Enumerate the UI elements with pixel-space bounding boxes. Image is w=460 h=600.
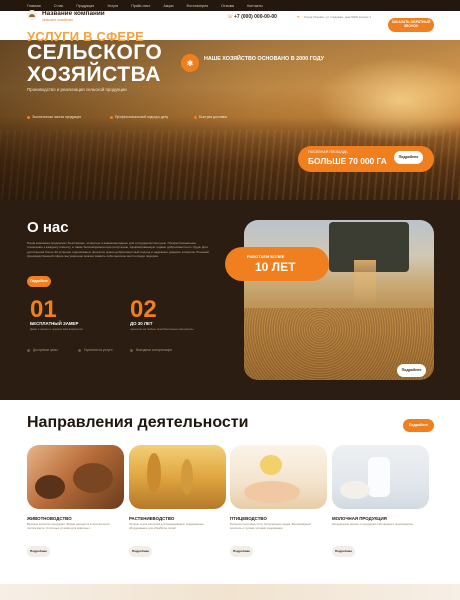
card-text: Лучшие сорта растений для выращивания. С…	[129, 522, 204, 530]
hero-subtitle: Производство и реализация сельской проду…	[27, 87, 127, 92]
nav-item-about[interactable]: О нас	[54, 4, 64, 8]
area-value: БОЛЬШЕ 70 000 ГА	[308, 156, 387, 166]
hero-feature: Быстрая доставка	[194, 115, 227, 119]
card-text: Большое поголовье птиц. Натуральные корм…	[230, 522, 311, 530]
about-bullet: Доступные цены	[27, 348, 58, 352]
crops-image[interactable]	[129, 445, 226, 509]
tractor-icon: ✱	[181, 54, 199, 72]
card-more-button[interactable]: Подробнее	[129, 546, 152, 557]
company-tagline: сельское хозяйство	[42, 18, 73, 22]
area-more-button[interactable]: Подробнее	[394, 151, 423, 164]
stat-number: 02	[130, 296, 157, 323]
stat-description: Даже с наших и нужных вам вариантов	[30, 327, 83, 331]
experience-label: РАБОТАЕМ БОЛЕЕ	[247, 254, 285, 259]
experience-value: 10 ЛЕТ	[255, 260, 296, 274]
about-text: Наша компания предлагает безопасные, отк…	[27, 241, 209, 258]
phone-number[interactable]: +7 (000) 000-00-00	[234, 14, 277, 20]
about-bullet: Гарантия на услуги	[78, 348, 112, 352]
photo-more-button[interactable]: Подробнее	[397, 364, 426, 377]
next-section-preview	[0, 584, 460, 600]
address: Город Москва, ул. Садовая, дом №00 корпу…	[304, 15, 372, 19]
about-more-button[interactable]: Подробнее	[27, 276, 51, 287]
directions-title: Направления деятельности	[27, 414, 249, 431]
card-more-button[interactable]: Подробнее	[230, 546, 253, 557]
location-icon: ⌖	[297, 14, 300, 19]
nav-item-products[interactable]: Продукция	[76, 4, 94, 8]
hero-badge: НАШЕ ХОЗЯЙСТВО ОСНОВАНО В 2000 ГОДУ	[204, 56, 324, 62]
card-more-button[interactable]: Подробнее	[332, 546, 355, 557]
poultry-image[interactable]	[230, 445, 327, 509]
card-text: Высокое качество продукции. Ферма находи…	[27, 522, 110, 530]
callback-button[interactable]: ЗАКАЗАТЬ ОБРАТНЫЙ ЗВОНОК	[388, 18, 434, 32]
nav-item-home[interactable]: Главная	[27, 4, 41, 8]
hero-feature: Экологически чистая продукция	[27, 115, 81, 119]
stat-description: гарантия на любые приобретённые материал…	[130, 327, 194, 331]
area-label: ПОСЕВНАЯ ПЛОЩАДЬ	[308, 150, 348, 154]
phone-icon: ☏	[227, 14, 234, 20]
stat-number: 01	[30, 296, 57, 323]
nav-item-contacts[interactable]: Контакты	[247, 4, 263, 8]
card-title: МОЛОЧНАЯ ПРОДУКЦИЯ	[332, 516, 387, 521]
logo-icon[interactable]	[27, 10, 37, 20]
card-title: ПТИЦЕВОДСТВО	[230, 516, 267, 521]
nav-item-reviews[interactable]: Отзывы	[221, 4, 234, 8]
nav-item-gallery[interactable]: Фотогалерея	[187, 4, 209, 8]
dairy-image[interactable]	[332, 445, 429, 509]
card-title: РАСТЕНИЕВОДСТВО	[129, 516, 175, 521]
stat-label: БЕСПЛАТНЫЙ ЗАМЕР	[30, 321, 79, 326]
about-title: О нас	[27, 219, 69, 236]
grain-stream	[354, 260, 376, 304]
card-more-button[interactable]: Подробнее	[27, 546, 50, 557]
nav-item-services[interactable]: Услуги	[107, 4, 118, 8]
stat-label: ДО 30 ЛЕТ	[130, 321, 153, 326]
company-name[interactable]: Название компании	[42, 10, 105, 17]
hero-title-line-1: СЕЛЬСКОГО	[27, 41, 163, 64]
hero-feature: Профессиональный подход к делу	[110, 115, 168, 119]
nav-item-promo[interactable]: Акции	[163, 4, 173, 8]
nav-item-prices[interactable]: Прайс-лист	[131, 4, 150, 8]
card-text: Натуральное молоко и продукция собственн…	[332, 522, 414, 526]
card-title: ЖИВОТНОВОДСТВО	[27, 516, 72, 521]
livestock-image[interactable]	[27, 445, 124, 509]
about-bullet: Выездные консультации	[130, 348, 172, 352]
harvester-photo	[244, 220, 434, 380]
hero-title-line-2: ХОЗЯЙСТВА	[27, 63, 161, 86]
directions-more-button[interactable]: Подробнее	[403, 419, 434, 432]
